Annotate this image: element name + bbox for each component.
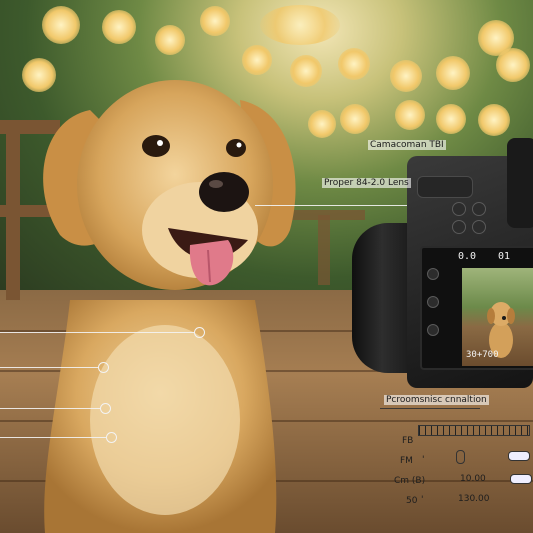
callout-line [0,437,106,438]
callout-line [0,408,100,409]
callout-line [0,332,195,333]
camera-button [452,202,466,216]
callout-marker [100,403,111,414]
camera-button [472,220,486,234]
camera-grip [507,138,533,228]
photo-scene: 0.0 01 30+700 Camacoman TBI Proper 84-2.… [0,0,533,533]
callout-marker [194,327,205,338]
indicator-pill [510,474,532,484]
readout-label: FB [402,436,414,446]
readout-label: Cm (B) [394,476,426,486]
readout-value: 10.00 [460,474,486,484]
mode-callout-line [380,408,480,409]
lcd-button [427,296,439,308]
exposure-scale [418,425,530,436]
readout-mark: ' [422,455,425,465]
readout-value: 130.00 [458,494,490,504]
camera: 0.0 01 30+700 [352,138,533,393]
preview-dog [487,302,515,358]
callout-marker [106,432,117,443]
callout-marker [98,362,109,373]
mode-dial [417,176,473,198]
lcd-readout-bottom: 30+700 [466,350,499,360]
lens-label: Proper 84-2.0 Lens [322,178,411,188]
lcd-readout-left: 0.0 [458,251,477,262]
readout-label: FM [400,456,413,466]
camera-button [472,202,486,216]
readout-mark: ' [421,495,424,505]
lcd-readout-right: 01 [498,251,511,262]
lcd-button [427,268,439,280]
camera-model-label: Camacoman TBI [368,140,446,150]
lcd-button [427,324,439,336]
readout-label: 50 [406,496,418,506]
indicator-pill [508,451,530,461]
toggle-indicator [456,450,465,464]
camera-button [452,220,466,234]
mode-label: Pcroomsnisc cnnaltion [384,395,489,405]
camera-lcd-screen: 0.0 01 30+700 [420,246,533,370]
callout-line [0,367,98,368]
